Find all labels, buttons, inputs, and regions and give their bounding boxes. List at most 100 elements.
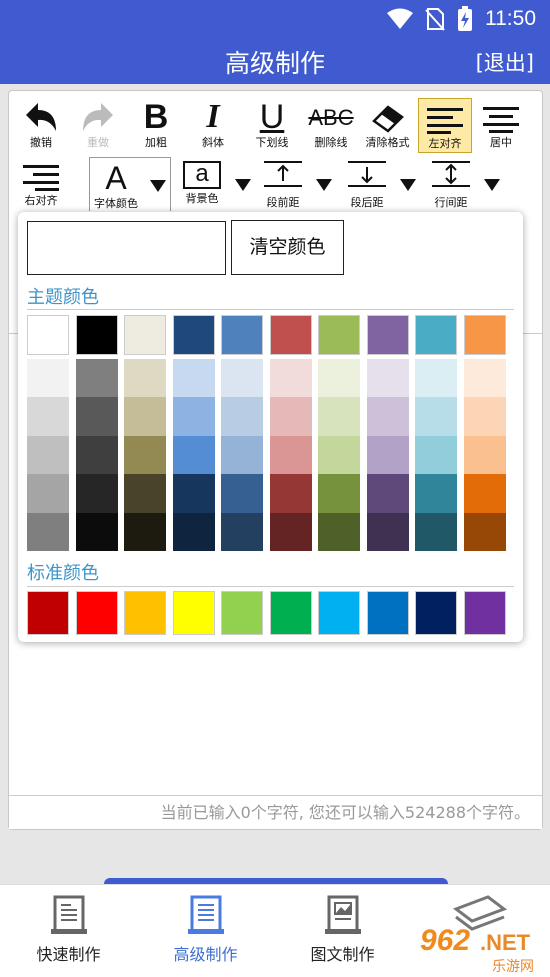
- clear-color-button[interactable]: 清空颜色: [231, 220, 344, 275]
- center-button[interactable]: 居中: [479, 101, 523, 150]
- color-swatch[interactable]: [269, 359, 312, 398]
- dropdown-arrow-icon: [484, 179, 500, 191]
- color-swatch[interactable]: [75, 512, 118, 551]
- color-swatch[interactable]: [318, 474, 360, 513]
- color-swatch[interactable]: [463, 315, 506, 355]
- status-bar: 11:50: [0, 0, 550, 38]
- color-swatch[interactable]: [27, 474, 69, 513]
- standard-color-swatch[interactable]: [75, 591, 118, 635]
- clear-format-button[interactable]: 清除格式: [360, 101, 415, 150]
- color-swatch[interactable]: [75, 397, 118, 436]
- color-swatch[interactable]: [27, 512, 69, 551]
- nav-quick-make[interactable]: 快速制作: [0, 885, 137, 977]
- color-swatch[interactable]: [124, 512, 166, 551]
- font-color-button[interactable]: A 字体颜色: [89, 157, 171, 211]
- color-swatch[interactable]: [172, 397, 215, 436]
- color-swatch[interactable]: [221, 397, 263, 436]
- standard-color-swatch[interactable]: [27, 591, 69, 635]
- color-swatch[interactable]: [318, 435, 360, 475]
- color-swatch[interactable]: [415, 397, 457, 436]
- standard-color-swatch[interactable]: [463, 591, 506, 635]
- color-swatch[interactable]: [27, 397, 69, 436]
- color-swatch[interactable]: [221, 359, 263, 398]
- strikethrough-button[interactable]: ABC 删除线: [306, 101, 356, 150]
- standard-color-swatch[interactable]: [366, 591, 409, 635]
- color-swatch[interactable]: [221, 315, 263, 355]
- font-color-icon: A: [105, 160, 127, 196]
- standard-color-swatch[interactable]: [172, 591, 215, 635]
- color-swatch[interactable]: [27, 359, 69, 398]
- color-swatch[interactable]: [124, 397, 166, 436]
- align-right-button[interactable]: 右对齐: [19, 159, 63, 208]
- color-swatch[interactable]: [415, 512, 457, 551]
- color-swatch[interactable]: [75, 435, 118, 475]
- color-swatch[interactable]: [172, 359, 215, 398]
- bold-button[interactable]: B 加粗: [134, 100, 178, 150]
- nav-advanced-make[interactable]: 高级制作: [137, 885, 274, 977]
- color-swatch[interactable]: [172, 512, 215, 551]
- align-left-button[interactable]: 左对齐: [418, 98, 472, 153]
- italic-icon: I: [206, 98, 220, 135]
- color-swatch[interactable]: [415, 435, 457, 475]
- color-swatch[interactable]: [463, 397, 506, 436]
- color-swatch[interactable]: [366, 397, 409, 436]
- color-swatch[interactable]: [269, 397, 312, 436]
- color-swatch[interactable]: [463, 359, 506, 398]
- standard-color-swatch[interactable]: [221, 591, 263, 635]
- color-swatch[interactable]: [172, 435, 215, 475]
- color-swatch[interactable]: [27, 435, 69, 475]
- standard-color-swatch[interactable]: [269, 591, 312, 635]
- theme-colors-title: 主题颜色: [27, 287, 99, 308]
- standard-color-swatch[interactable]: [124, 591, 166, 635]
- nav-image-text-make[interactable]: 图文制作: [274, 885, 411, 977]
- center-label: 居中: [490, 136, 512, 149]
- color-swatch[interactable]: [415, 315, 457, 355]
- color-swatch[interactable]: [366, 359, 409, 398]
- theme-color-column: [463, 315, 506, 551]
- redo-button[interactable]: 重做: [76, 101, 120, 150]
- standard-color-swatch[interactable]: [318, 591, 360, 635]
- color-preview: [27, 221, 226, 275]
- italic-button[interactable]: I 斜体: [191, 98, 235, 150]
- color-swatch[interactable]: [366, 474, 409, 513]
- color-swatch[interactable]: [318, 315, 360, 355]
- color-swatch[interactable]: [463, 474, 506, 513]
- color-swatch[interactable]: [366, 315, 409, 355]
- document-icon: [50, 895, 87, 934]
- color-swatch[interactable]: [318, 359, 360, 398]
- color-swatch[interactable]: [221, 435, 263, 475]
- color-swatch[interactable]: [269, 435, 312, 475]
- color-swatch[interactable]: [172, 474, 215, 513]
- undo-button[interactable]: 撤销: [19, 101, 63, 150]
- color-swatch[interactable]: [269, 315, 312, 355]
- strikethrough-label: 删除线: [314, 136, 348, 149]
- color-swatch[interactable]: [221, 512, 263, 551]
- color-swatch[interactable]: [172, 315, 215, 355]
- color-swatch[interactable]: [318, 397, 360, 436]
- standard-color-swatch[interactable]: [415, 591, 457, 635]
- color-swatch[interactable]: [415, 474, 457, 513]
- color-swatch[interactable]: [75, 315, 118, 355]
- theme-color-column: [221, 315, 263, 551]
- italic-label: 斜体: [202, 136, 224, 149]
- color-swatch[interactable]: [221, 474, 263, 513]
- color-swatch[interactable]: [463, 512, 506, 551]
- color-swatch[interactable]: [366, 512, 409, 551]
- color-swatch[interactable]: [124, 435, 166, 475]
- exit-button[interactable]: [退出]: [476, 47, 534, 77]
- color-swatch[interactable]: [269, 474, 312, 513]
- color-swatch[interactable]: [27, 315, 69, 355]
- redo-icon: [83, 103, 113, 131]
- color-swatch[interactable]: [269, 512, 312, 551]
- color-swatch[interactable]: [124, 474, 166, 513]
- color-swatch[interactable]: [463, 435, 506, 475]
- bg-color-icon: a: [183, 161, 221, 189]
- color-swatch[interactable]: [415, 359, 457, 398]
- color-swatch[interactable]: [366, 435, 409, 475]
- underline-button[interactable]: U 下划线: [247, 100, 297, 150]
- color-swatch[interactable]: [75, 474, 118, 513]
- color-swatch[interactable]: [124, 315, 166, 355]
- color-swatch[interactable]: [75, 359, 118, 398]
- color-swatch[interactable]: [318, 512, 360, 551]
- color-swatch[interactable]: [124, 359, 166, 398]
